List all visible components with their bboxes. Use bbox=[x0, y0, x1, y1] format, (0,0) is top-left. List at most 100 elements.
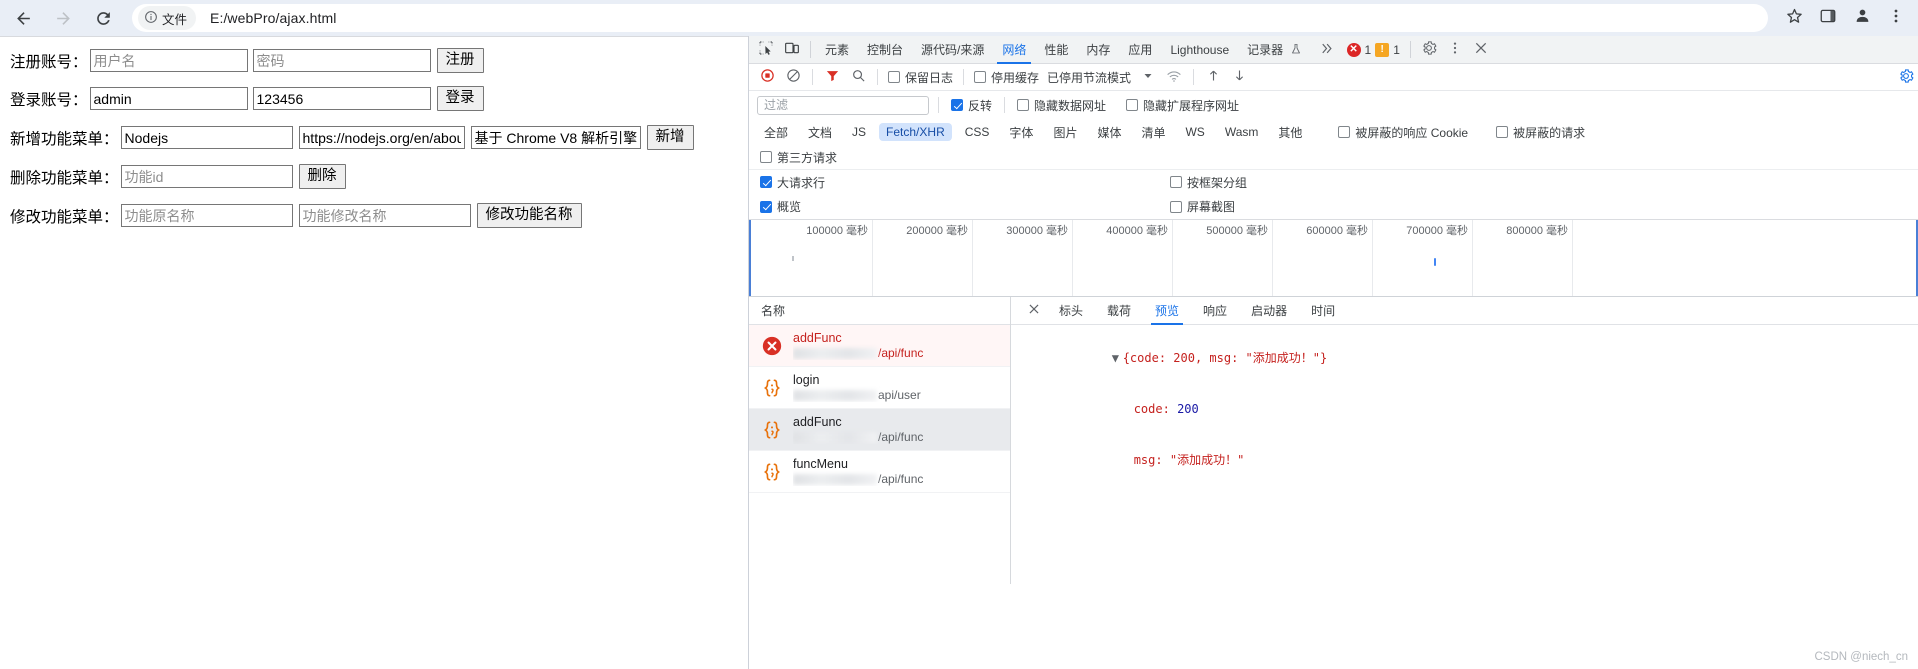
throttling-caret[interactable] bbox=[1136, 65, 1160, 89]
reload-button[interactable] bbox=[86, 1, 120, 35]
type-chip-other[interactable]: 其他 bbox=[1271, 122, 1309, 143]
error-warning-summary[interactable]: ✕ 1 ! 1 bbox=[1342, 42, 1405, 57]
detail-tab-initiator[interactable]: 启动器 bbox=[1239, 297, 1299, 325]
export-har-button[interactable] bbox=[1227, 65, 1251, 89]
hide-data-urls-checkbox[interactable]: 隐藏数据网址 bbox=[1017, 97, 1106, 114]
detail-tab-timing[interactable]: 时间 bbox=[1299, 297, 1347, 325]
back-button[interactable] bbox=[6, 1, 40, 35]
clear-button[interactable] bbox=[781, 65, 805, 89]
preserve-log-checkbox[interactable]: 保留日志 bbox=[888, 69, 953, 86]
type-chip-media[interactable]: 媒体 bbox=[1090, 122, 1128, 143]
delete-menu-id-input[interactable] bbox=[120, 165, 293, 188]
login-username-input[interactable] bbox=[89, 87, 248, 110]
tab-recorder[interactable]: 记录器 bbox=[1238, 36, 1310, 64]
third-party-checkbox[interactable]: 第三方请求 bbox=[760, 149, 837, 166]
tab-memory[interactable]: 内存 bbox=[1077, 36, 1119, 64]
filter-input[interactable] bbox=[757, 95, 929, 115]
site-info-chip[interactable]: 文件 bbox=[138, 6, 197, 30]
request-row-funcmenu[interactable]: funcMenu /api/func bbox=[749, 451, 1010, 493]
big-request-rows-checkbox[interactable]: 大请求行 bbox=[760, 174, 825, 191]
register-username-input[interactable] bbox=[89, 49, 248, 72]
request-row-addfunc-selected[interactable]: addFunc /api/func bbox=[749, 409, 1010, 451]
type-chip-all[interactable]: 全部 bbox=[757, 122, 795, 143]
type-chip-fetch-xhr[interactable]: Fetch/XHR bbox=[879, 123, 952, 141]
expand-triangle-icon[interactable]: ▼ bbox=[1112, 350, 1123, 367]
browser-menu-button[interactable] bbox=[1880, 2, 1912, 34]
device-toolbar-button[interactable] bbox=[779, 37, 805, 63]
group-by-frame-checkbox[interactable]: 按框架分组 bbox=[1170, 174, 1247, 191]
disable-cache-label: 停用缓存 bbox=[991, 70, 1040, 85]
register-password-input[interactable] bbox=[252, 49, 431, 72]
type-chip-js[interactable]: JS bbox=[845, 123, 873, 141]
detail-tab-preview[interactable]: 预览 bbox=[1143, 297, 1191, 325]
type-chip-doc[interactable]: 文档 bbox=[801, 122, 839, 143]
forward-button[interactable] bbox=[46, 1, 80, 35]
network-conditions-button[interactable] bbox=[1162, 65, 1186, 89]
disable-cache-checkbox[interactable]: 停用缓存 bbox=[974, 69, 1039, 86]
record-button[interactable] bbox=[755, 65, 779, 89]
detail-tab-payload[interactable]: 载荷 bbox=[1095, 297, 1143, 325]
network-overview-timeline[interactable]: 100000 毫秒 200000 毫秒 300000 毫秒 400000 毫秒 … bbox=[749, 219, 1918, 297]
error-count: 1 bbox=[1364, 42, 1372, 57]
import-har-button[interactable] bbox=[1201, 65, 1225, 89]
address-bar[interactable]: 文件 E:/webPro/ajax.html bbox=[132, 4, 1768, 32]
request-row-addfunc-error[interactable]: addFunc /api/func bbox=[749, 325, 1010, 367]
overview-checkbox[interactable]: 概览 bbox=[760, 198, 801, 215]
hide-extension-urls-checkbox[interactable]: 隐藏扩展程序网址 bbox=[1126, 97, 1239, 114]
modify-menu-button[interactable]: 修改功能名称 bbox=[476, 203, 582, 228]
blocked-requests-checkbox[interactable]: 被屏蔽的请求 bbox=[1496, 124, 1585, 141]
request-row-login[interactable]: login api/user bbox=[749, 367, 1010, 409]
type-chip-ws[interactable]: WS bbox=[1178, 123, 1211, 141]
type-chip-wasm[interactable]: Wasm bbox=[1218, 123, 1266, 141]
checkbox-box bbox=[974, 71, 987, 83]
type-chip-img[interactable]: 图片 bbox=[1046, 122, 1084, 143]
kebab-menu-icon bbox=[1447, 40, 1463, 59]
request-url-path: /api/func bbox=[878, 472, 924, 486]
tab-elements[interactable]: 元素 bbox=[816, 36, 858, 64]
site-chip-label: 文件 bbox=[162, 12, 188, 27]
invert-checkbox[interactable]: 反转 bbox=[951, 97, 992, 114]
login-password-input[interactable] bbox=[252, 87, 431, 110]
detail-close-button[interactable] bbox=[1021, 297, 1047, 325]
network-settings-button[interactable] bbox=[1894, 65, 1918, 89]
overview-selection-left-handle[interactable] bbox=[749, 220, 751, 296]
preview-root-line[interactable]: ▼ {code: 200, msg: "添加成功！"} bbox=[1025, 333, 1918, 384]
bookmark-button[interactable] bbox=[1778, 2, 1810, 34]
modify-menu-newname-input[interactable] bbox=[298, 204, 471, 227]
tab-sources[interactable]: 源代码/来源 bbox=[912, 36, 993, 64]
tab-performance[interactable]: 性能 bbox=[1035, 36, 1077, 64]
search-button[interactable] bbox=[846, 65, 870, 89]
devtools-overflow-button[interactable] bbox=[1442, 37, 1468, 63]
throttling-select[interactable]: 已停用节流模式 bbox=[1047, 69, 1131, 86]
filter-toggle-button[interactable] bbox=[820, 65, 844, 89]
more-tabs-button[interactable] bbox=[1311, 41, 1342, 59]
devtools-close-button[interactable] bbox=[1468, 37, 1494, 63]
type-chip-manifest[interactable]: 清单 bbox=[1134, 122, 1172, 143]
add-menu-desc-input[interactable] bbox=[470, 126, 641, 149]
devtools-settings-button[interactable] bbox=[1416, 37, 1442, 63]
modify-menu-oldname-input[interactable] bbox=[120, 204, 293, 227]
add-menu-name-input[interactable] bbox=[120, 126, 293, 149]
detail-tab-headers[interactable]: 标头 bbox=[1047, 297, 1095, 325]
register-button[interactable]: 注册 bbox=[436, 48, 484, 73]
screenshots-checkbox[interactable]: 屏幕截图 bbox=[1170, 198, 1235, 215]
tab-console[interactable]: 控制台 bbox=[858, 36, 912, 64]
add-menu-url-input[interactable] bbox=[298, 126, 465, 149]
overview-gridline bbox=[872, 220, 873, 296]
detail-tab-response[interactable]: 响应 bbox=[1191, 297, 1239, 325]
tab-application[interactable]: 应用 bbox=[1119, 36, 1161, 64]
tab-network[interactable]: 网络 bbox=[993, 36, 1035, 64]
request-url-path: /api/func bbox=[878, 430, 924, 444]
profile-button[interactable] bbox=[1846, 2, 1878, 34]
delete-menu-button[interactable]: 删除 bbox=[298, 164, 346, 189]
tab-lighthouse[interactable]: Lighthouse bbox=[1161, 36, 1238, 64]
json-braces-icon bbox=[759, 461, 785, 483]
type-chip-font[interactable]: 字体 bbox=[1002, 122, 1040, 143]
blocked-response-cookies-checkbox[interactable]: 被屏蔽的响应 Cookie bbox=[1338, 124, 1468, 141]
type-chip-css[interactable]: CSS bbox=[958, 123, 997, 141]
add-menu-button[interactable]: 新增 bbox=[646, 125, 694, 150]
blocked-response-cookies-label: 被屏蔽的响应 Cookie bbox=[1355, 125, 1469, 140]
login-button[interactable]: 登录 bbox=[436, 86, 484, 111]
side-panel-button[interactable] bbox=[1812, 2, 1844, 34]
inspect-element-button[interactable] bbox=[753, 37, 779, 63]
